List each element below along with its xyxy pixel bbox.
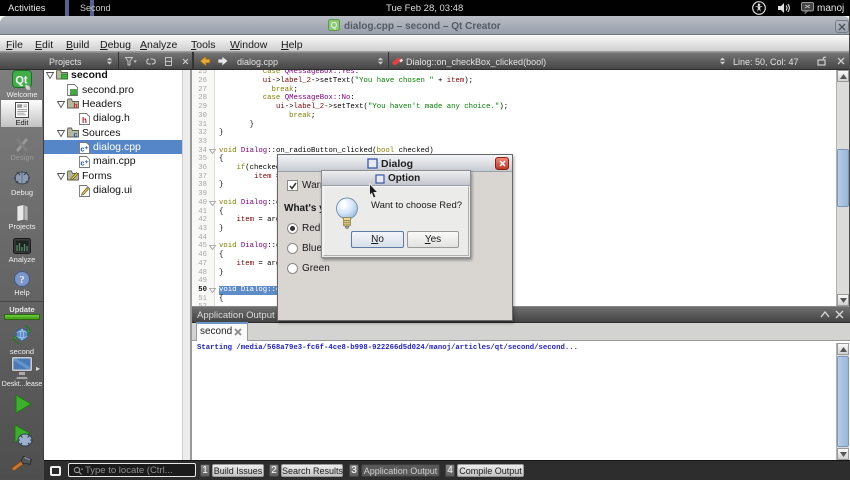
svg-text:c: c — [74, 132, 78, 138]
svg-text:h: h — [73, 103, 77, 109]
svg-text:c⁺: c⁺ — [80, 158, 88, 167]
svg-text:?: ? — [19, 274, 25, 286]
svg-text:h: h — [82, 116, 87, 125]
svg-text:c⁺: c⁺ — [80, 144, 88, 153]
svg-text:Q: Q — [331, 21, 337, 30]
